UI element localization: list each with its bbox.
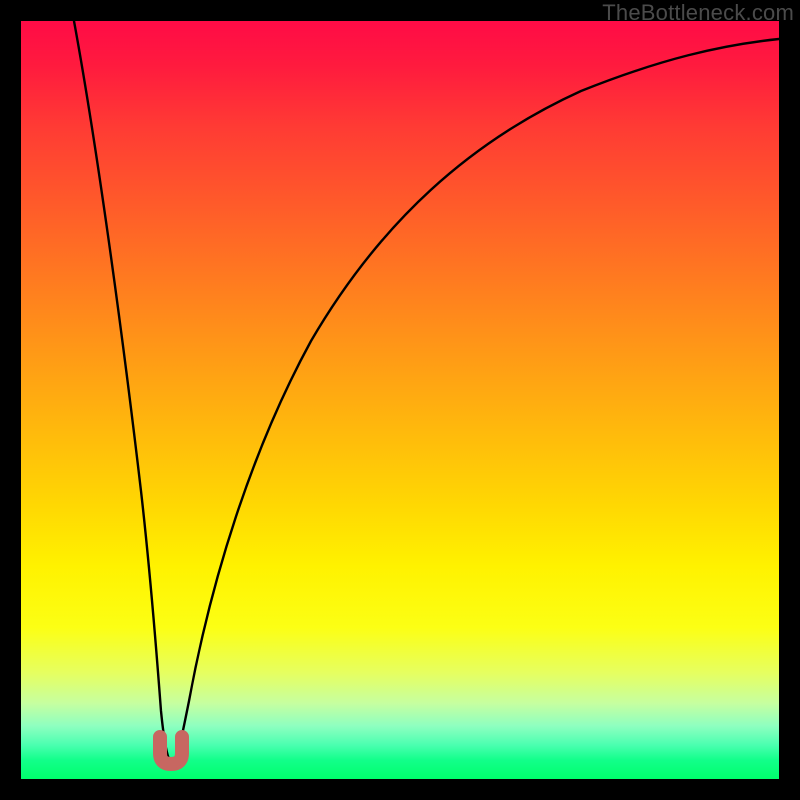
curve-layer xyxy=(21,21,779,779)
plot-area xyxy=(21,21,779,779)
chart-frame: TheBottleneck.com xyxy=(0,0,800,800)
bottleneck-curve xyxy=(74,21,779,763)
watermark-text: TheBottleneck.com xyxy=(602,0,794,26)
minimum-marker xyxy=(160,737,182,764)
